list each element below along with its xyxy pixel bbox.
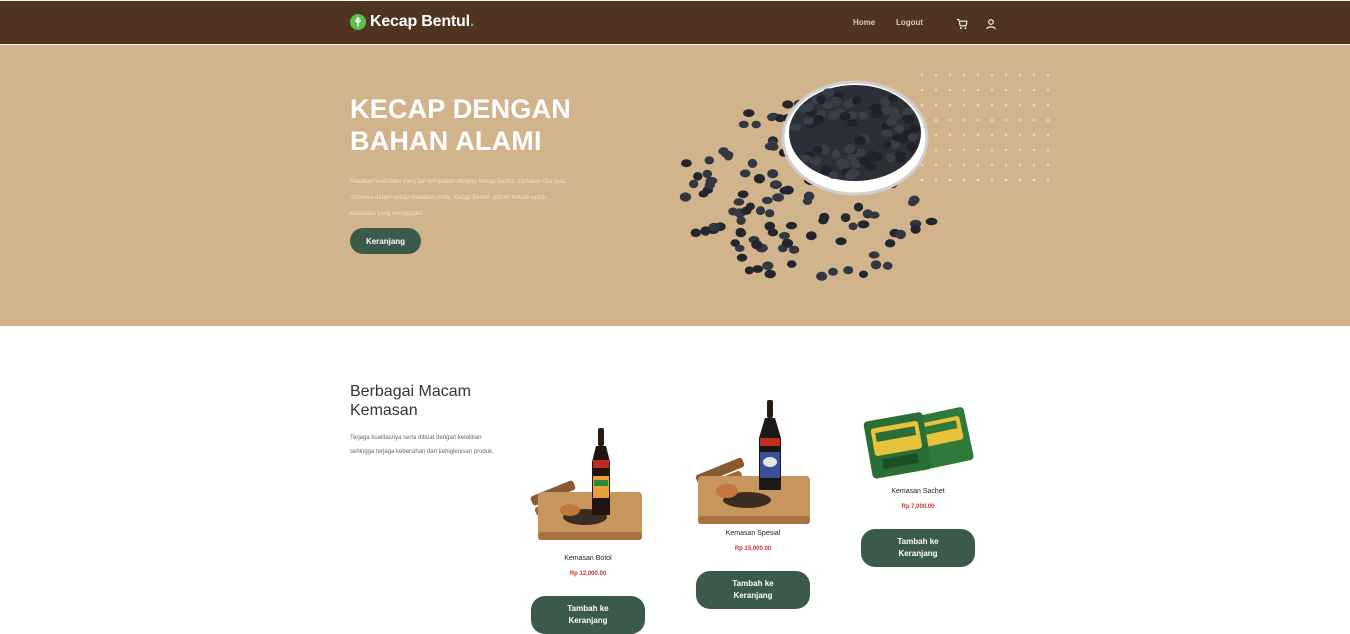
product-card-spesial: Kemasan Spesial Rp 15,000.00 Tambah ke K…	[695, 396, 811, 609]
soybeans-bowl-image	[679, 80, 938, 281]
product-card-botol: Kemasan Botol Rp 12,000.00 Tambah ke Ker…	[530, 420, 646, 634]
hero-description: Rasakan kelezatan yang tak terlupakan de…	[350, 179, 566, 217]
brand-dot: .	[469, 13, 475, 30]
hero-cart-button[interactable]: Keranjang	[350, 228, 421, 254]
product-name: Kemasan Spesial	[725, 530, 781, 537]
hero-banner: KECAP DENGAN BAHAN ALAMI Rasakan kelezat…	[0, 45, 1350, 326]
product-price: Rp 15,000.00	[734, 546, 772, 552]
add-to-cart-button[interactable]: Tambah ke Keranjang	[531, 596, 645, 634]
hero-title: KECAP DENGAN BAHAN ALAMI	[350, 94, 571, 156]
nav-logout-link[interactable]: Logout	[896, 18, 923, 27]
product-name: Kemasan Botol	[564, 555, 612, 562]
product-price: Rp 7,000.00	[901, 504, 935, 510]
section-title: Berbagai Macam Kemasan	[350, 383, 471, 419]
cart-icon[interactable]	[956, 17, 968, 30]
nav-home-link[interactable]: Home	[853, 18, 875, 27]
leaf-icon	[350, 14, 366, 30]
add-to-cart-button[interactable]: Tambah ke Keranjang	[861, 529, 975, 567]
add-to-cart-button[interactable]: Tambah ke Keranjang	[696, 571, 810, 609]
product-name: Kemasan Sachet	[891, 488, 945, 495]
navbar: Kecap Bentul . Home Logout	[0, 0, 1350, 44]
user-icon[interactable]	[985, 17, 997, 30]
brand-name: Kecap Bentul	[370, 13, 470, 30]
product-card-sachet: Kemasan Sachet Rp 7,000.00 Tambah ke Ker…	[860, 402, 976, 570]
product-image-botol	[530, 428, 642, 540]
brand-logo[interactable]: Kecap Bentul .	[350, 13, 474, 31]
product-image-spesial	[695, 400, 810, 524]
product-image-sachet	[863, 407, 974, 479]
product-price: Rp 12,000.00	[569, 571, 607, 577]
section-description: Terjaga kualitasnya serta dibuat dengan …	[350, 435, 494, 455]
